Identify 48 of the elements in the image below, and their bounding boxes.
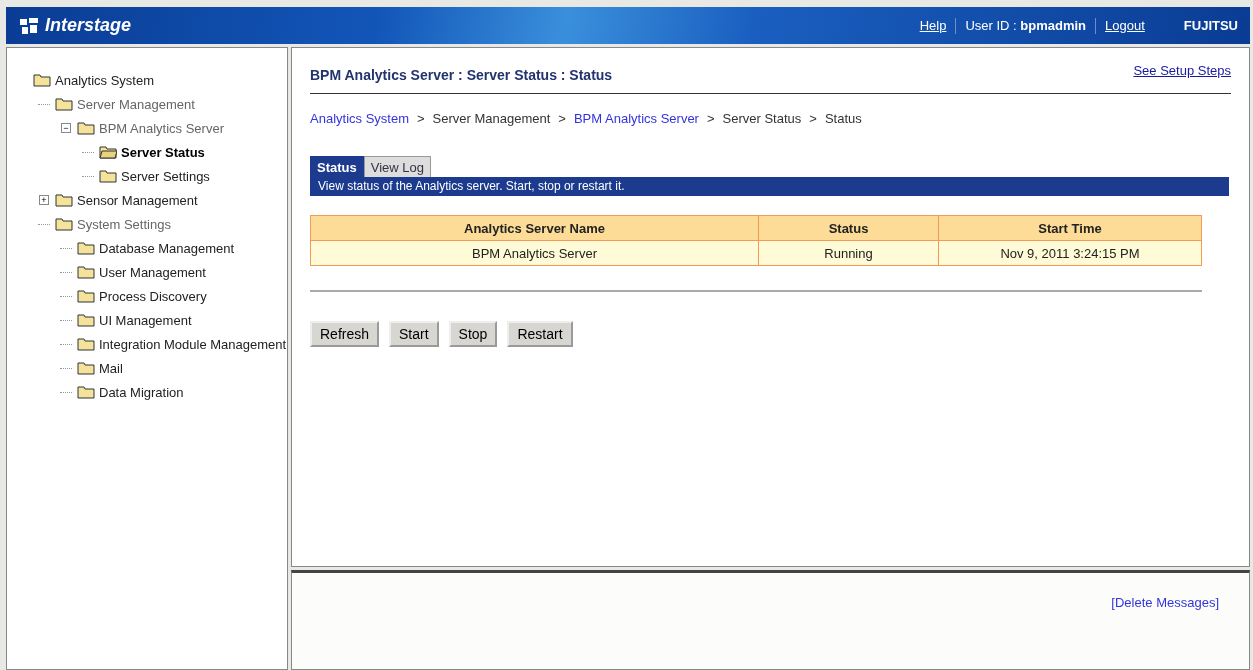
folder-icon xyxy=(77,385,95,399)
delete-messages-link[interactable]: [Delete Messages] xyxy=(1111,595,1219,610)
action-button[interactable]: Stop xyxy=(448,321,498,347)
breadcrumb-separator: > xyxy=(706,111,715,126)
page-title: BPM Analytics Server : Server Status : Status xyxy=(310,65,613,83)
folder-icon xyxy=(77,265,95,279)
vendor-logo: FUJITSU xyxy=(1183,18,1238,33)
description-bar: View status of the Analytics server. Start, stop or restart it. xyxy=(310,177,1229,196)
table-cell: Nov 9, 2011 3:24:15 PM xyxy=(938,240,1202,266)
folder-icon xyxy=(55,217,73,231)
user-id: User ID : bpmadmin xyxy=(965,18,1087,33)
tab[interactable]: Status xyxy=(310,156,364,177)
tab[interactable]: View Log xyxy=(363,156,431,177)
breadcrumb-item: Status xyxy=(824,111,862,126)
tree-item[interactable]: Analytics System xyxy=(55,72,154,88)
tree-item[interactable]: Sensor Management xyxy=(77,192,198,208)
column-header: Analytics Server Name xyxy=(310,215,759,241)
action-button[interactable]: Start xyxy=(389,321,439,347)
action-button[interactable]: Refresh xyxy=(310,321,380,347)
breadcrumb-item: Server Status xyxy=(722,111,802,126)
folder-icon xyxy=(33,73,51,87)
setup-steps-link[interactable]: See Setup Steps xyxy=(1133,63,1231,78)
folder-icon xyxy=(77,313,95,327)
action-button[interactable]: Restart xyxy=(507,321,573,347)
column-header: Start Time xyxy=(938,215,1202,241)
folder-icon xyxy=(99,169,117,183)
column-header: Status xyxy=(758,215,939,241)
breadcrumb-item: Server Management xyxy=(432,111,551,126)
table-cell: BPM Analytics Server xyxy=(310,240,759,266)
tree-toggle[interactable]: + xyxy=(39,195,49,205)
folder-icon xyxy=(77,337,95,351)
folder-icon xyxy=(77,121,95,135)
breadcrumb-separator: > xyxy=(558,111,566,126)
brand-name: Interstage xyxy=(45,15,132,36)
table-cell: Running xyxy=(758,240,939,266)
folder-icon xyxy=(77,241,95,255)
breadcrumb-separator: > xyxy=(417,111,425,126)
header-link[interactable]: Logout xyxy=(1105,18,1145,33)
breadcrumb-link[interactable]: BPM Analytics Server xyxy=(573,111,699,126)
breadcrumb-separator: > xyxy=(809,111,817,126)
folder-icon xyxy=(77,289,95,303)
folder-icon xyxy=(55,193,73,207)
folder-icon xyxy=(77,361,95,375)
logo-icon xyxy=(18,16,40,35)
breadcrumb-link[interactable]: Analytics System xyxy=(310,111,409,126)
folder-icon xyxy=(55,97,73,111)
header-link[interactable]: Help xyxy=(919,18,947,33)
open-folder-icon xyxy=(99,145,117,159)
